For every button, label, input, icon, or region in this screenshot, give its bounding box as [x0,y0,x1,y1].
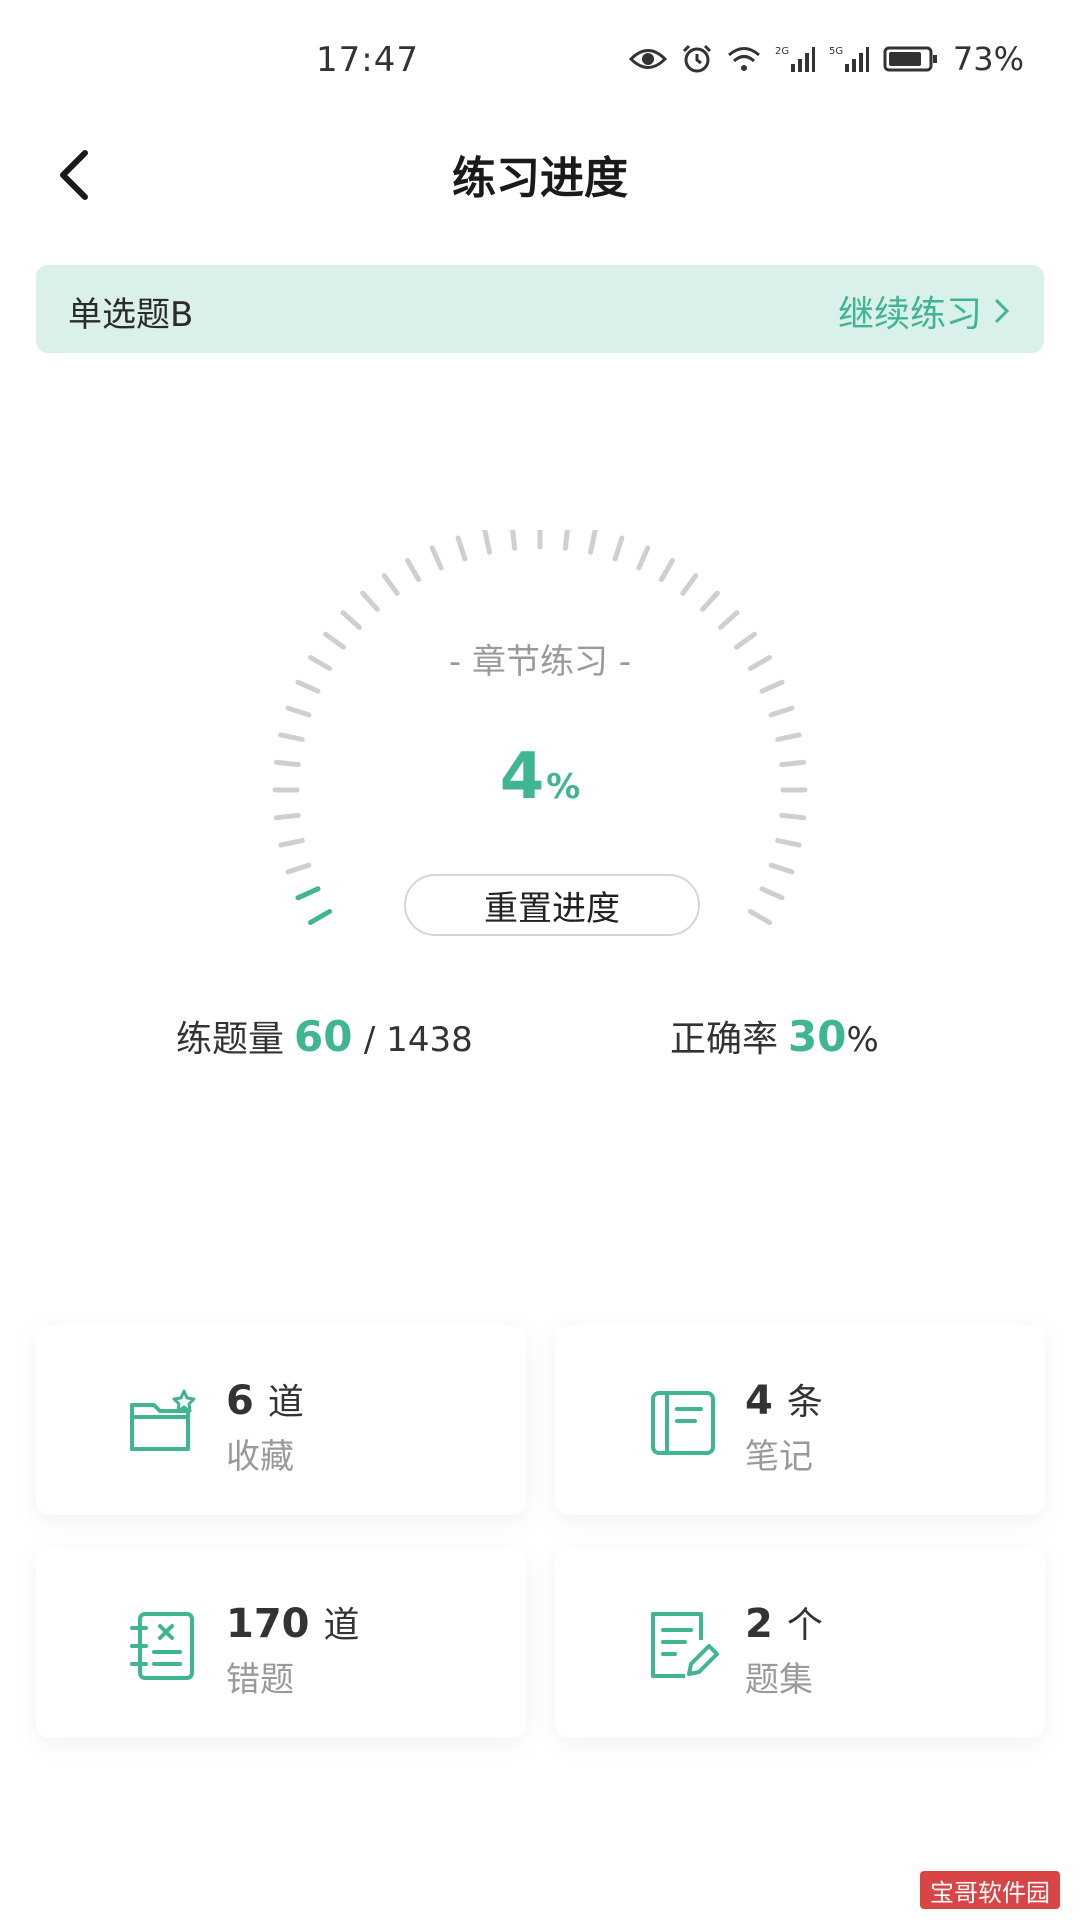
gauge-tick [285,862,312,875]
question-sets-label: 题集 [745,1660,813,1700]
accuracy-value: 30 [788,1012,847,1061]
favorites-count-value: 6 [226,1378,254,1424]
gauge-tick [482,530,492,555]
signal-2g-icon: 2G [775,46,815,72]
favorites-count-unit: 道 [267,1382,304,1423]
gauge-tick [636,545,651,571]
page-title: 练习进度 [452,153,628,204]
notes-card[interactable]: 4条 笔记 [555,1325,1045,1515]
gauge-tick [680,573,699,596]
progress-percent-unit: % [546,767,581,807]
gauge-tick [278,838,305,848]
notes-label: 笔记 [745,1437,813,1477]
continue-practice-banner[interactable]: 单选题B 继续练习 [36,265,1044,353]
gauge-tick-active [308,909,333,925]
current-subject: 单选题B [68,295,194,335]
notebook-icon [651,1391,715,1455]
status-icons: 2G 5G 73% [628,40,1024,78]
chevron-right-icon [995,299,1010,323]
continue-practice-label: 继续练习 [837,294,982,335]
eye-icon [628,49,667,69]
favorites-count: 6道 [226,1373,304,1425]
gauge-tick [700,590,720,612]
gauge-tick [429,545,444,571]
battery-icon [883,46,937,72]
wrong-questions-count-value: 170 [226,1601,310,1647]
status-time: 17:47 [316,40,419,80]
gauge-tick [588,530,598,555]
svg-text:2G: 2G [775,46,789,57]
gauge-tick [562,530,570,551]
gauge-tick [612,535,625,562]
favorites-label: 收藏 [226,1437,294,1477]
gauge-tick [278,732,305,742]
folder-star-icon [130,1389,196,1451]
favorites-card[interactable]: 6道 收藏 [36,1325,526,1515]
alarm-icon [682,44,711,73]
questions-done-label: 练题量 [176,1019,285,1060]
wifi-icon [727,47,760,71]
notes-count-value: 4 [745,1378,773,1424]
edit-list-icon [651,1612,719,1678]
notes-count-unit: 条 [786,1382,823,1423]
progress-percent-value: 4 [499,740,545,814]
questions-total: / 1438 [363,1020,473,1060]
accuracy-label: 正确率 [670,1019,779,1060]
continue-practice-button[interactable]: 继续练习 [838,285,1010,337]
gauge-tick [759,886,785,901]
signal-5g-icon: 5G [829,46,869,72]
wrong-questions-label: 错题 [226,1660,294,1700]
gauge-tick [381,573,400,596]
progress-gauge [272,530,808,925]
question-sets-card[interactable]: 2个 题集 [555,1548,1045,1738]
gauge-tick [510,530,518,551]
questions-done-value: 60 [294,1012,353,1061]
gauge-tick [285,705,312,718]
gauge-tick [775,838,802,848]
status-bar: 17:47 2G 5G 73% [0,0,1080,120]
questions-done-stat: 练题量 60 / 1438 [176,1010,473,1062]
gauge-tick [775,732,802,742]
notes-count: 4条 [745,1373,823,1425]
wrong-questions-card[interactable]: 170 道 错题 [36,1548,526,1738]
gauge-tick [360,590,380,612]
gauge-tick [768,862,795,875]
watermark-logo: 宝哥软件园 [920,1871,1060,1909]
battery-percent: 73% [952,40,1024,78]
accuracy-stat: 正确率 30% [670,1010,879,1062]
gauge-caption: - 章节练习 - [448,642,632,682]
wrong-questions-count-unit: 道 [323,1605,360,1646]
gauge-tick-active [295,886,321,901]
question-sets-count: 2个 [745,1596,823,1648]
gauge-tick [273,812,301,821]
question-sets-count-value: 2 [745,1601,773,1647]
svg-text:5G: 5G [829,46,843,57]
gauge-tick [295,679,321,694]
gauge-tick [747,909,772,925]
gauge-tick [768,705,795,718]
gauge-tick [405,558,421,583]
gauge-tick [759,679,785,694]
gauge-tick [779,812,807,821]
gauge-tick [340,610,362,630]
reset-progress-button[interactable]: 重置进度 [404,874,700,936]
accuracy-unit: % [846,1020,879,1060]
question-sets-count-unit: 个 [786,1605,823,1646]
wrong-notebook-icon [130,1612,194,1680]
gauge-tick [718,610,740,630]
gauge-tick [455,535,468,562]
wrong-questions-count: 170 道 [226,1596,360,1648]
gauge-tick [659,558,675,583]
progress-percent: 4% [0,740,1080,814]
